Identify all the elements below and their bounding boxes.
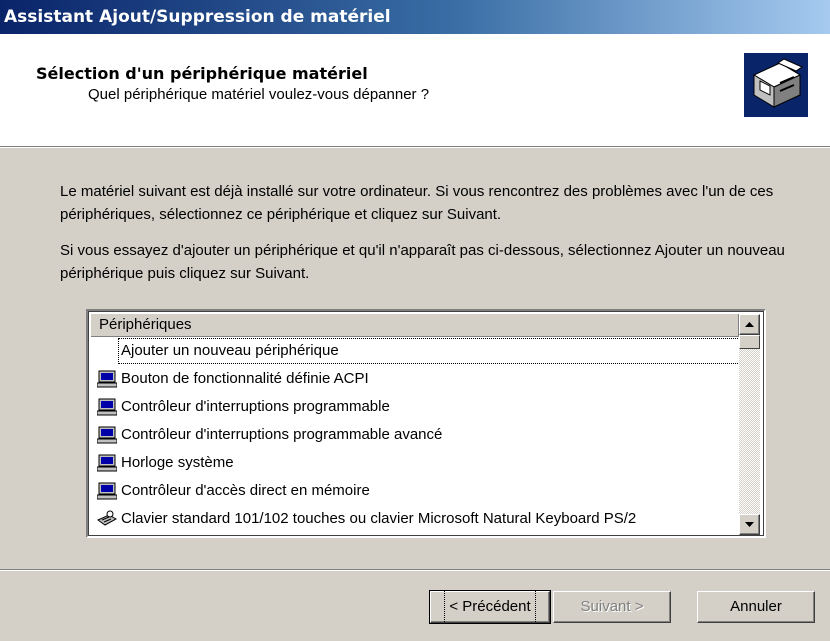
list-item[interactable]: Contrôleur d'interruptions programmable bbox=[91, 393, 739, 421]
list-item-label: Horloge système bbox=[121, 454, 234, 471]
computer-icon bbox=[96, 482, 118, 500]
list-item-label: Bouton de fonctionnalité définie ACPI bbox=[121, 370, 369, 387]
computer-icon bbox=[96, 454, 118, 472]
computer-icon bbox=[96, 426, 118, 444]
list-item[interactable]: Horloge système bbox=[91, 449, 739, 477]
computer-icon bbox=[96, 370, 118, 388]
list-item[interactable]: Ajouter un nouveau périphérique bbox=[91, 337, 739, 365]
devices-list: Ajouter un nouveau périphérique Bouton de… bbox=[91, 337, 739, 537]
footer-divider-highlight bbox=[0, 570, 830, 571]
next-button[interactable]: Suivant > bbox=[553, 591, 671, 623]
cancel-button[interactable]: Annuler bbox=[697, 591, 815, 623]
back-button-label: < Précédent bbox=[444, 590, 536, 624]
intro-paragraph-2: Si vous essayez d'ajouter un périphériqu… bbox=[60, 242, 785, 282]
list-item-label: Contrôleur d'interruptions programmable … bbox=[121, 426, 443, 443]
list-item[interactable]: Contrôleur d'accès direct en mémoire bbox=[91, 477, 739, 505]
arrow-down-icon bbox=[745, 522, 754, 527]
intro-paragraph-1: Le matériel suivant est déjà installé su… bbox=[60, 183, 774, 223]
wizard-header: Sélection d'un périphérique matériel Que… bbox=[0, 34, 830, 147]
keyboard-icon bbox=[97, 510, 118, 528]
header-title: Sélection d'un périphérique matériel bbox=[36, 64, 368, 83]
list-item-label: Contrôleur d'accès direct en mémoire bbox=[121, 482, 370, 499]
cancel-button-label: Annuler bbox=[730, 598, 782, 615]
computer-icon bbox=[96, 398, 118, 416]
list-item[interactable]: Clavier standard 101/102 touches ou clav… bbox=[91, 505, 739, 533]
devices-column-header[interactable]: Périphériques bbox=[91, 314, 739, 337]
intro-text: Le matériel suivant est déjà installé su… bbox=[60, 180, 800, 298]
scroll-up-button[interactable] bbox=[739, 314, 760, 335]
devices-scrollbar[interactable] bbox=[739, 314, 760, 535]
devices-listbox[interactable]: Périphériques Ajouter un nouveau périphé… bbox=[86, 309, 766, 538]
header-divider bbox=[0, 147, 830, 148]
back-button[interactable]: < Précédent bbox=[429, 590, 551, 624]
window-title: Assistant Ajout/Suppression de matériel bbox=[0, 0, 830, 34]
list-item-label: Clavier standard 101/102 touches ou clav… bbox=[121, 510, 637, 527]
scroll-thumb[interactable] bbox=[739, 335, 760, 349]
scroll-down-button[interactable] bbox=[739, 514, 760, 535]
list-item-label: Ajouter un nouveau périphérique bbox=[118, 338, 739, 364]
list-item-label: Contrôleur d'interruptions programmable bbox=[121, 398, 390, 415]
arrow-up-icon bbox=[745, 322, 754, 327]
list-item[interactable]: Contrôleur d'interruptions programmable … bbox=[91, 421, 739, 449]
header-subtitle: Quel périphérique matériel voulez-vous d… bbox=[88, 86, 430, 103]
hardware-wizard-icon bbox=[744, 53, 808, 117]
list-item[interactable]: Bouton de fonctionnalité définie ACPI bbox=[91, 365, 739, 393]
next-button-label: Suivant > bbox=[580, 598, 644, 615]
